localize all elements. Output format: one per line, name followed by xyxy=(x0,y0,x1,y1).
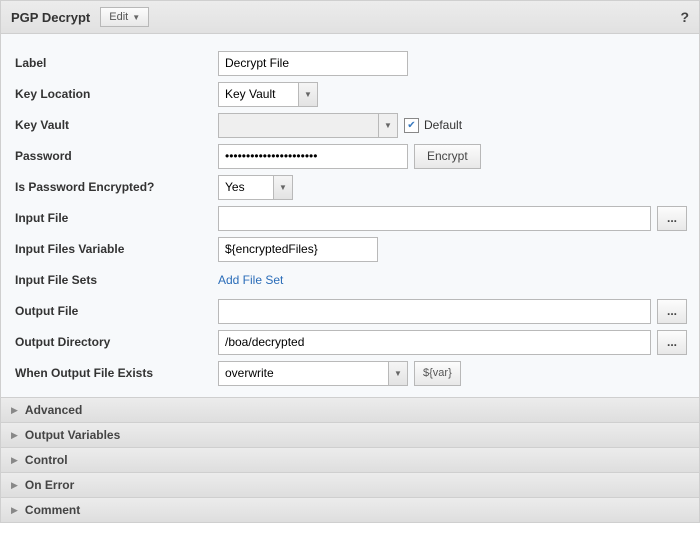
section-output-variables[interactable]: ▶ Output Variables xyxy=(1,422,699,447)
row-password: Password Encrypt xyxy=(13,141,687,171)
edit-button-label: Edit xyxy=(109,11,128,23)
panel-title: PGP Decrypt xyxy=(11,10,90,25)
field-label: When Output File Exists xyxy=(13,366,218,380)
default-checkbox-wrap[interactable]: ✔ Default xyxy=(404,118,462,133)
row-label: Label xyxy=(13,48,687,78)
is-encrypted-input[interactable] xyxy=(218,175,273,200)
row-output-dir: Output Directory ... xyxy=(13,327,687,357)
panel-header: PGP Decrypt Edit ▼ ? xyxy=(1,1,699,34)
label-input[interactable] xyxy=(218,51,408,76)
is-encrypted-dropdown-button[interactable]: ▼ xyxy=(273,175,293,200)
chevron-right-icon: ▶ xyxy=(11,405,18,416)
section-control[interactable]: ▶ Control xyxy=(1,447,699,472)
key-location-dropdown-button[interactable]: ▼ xyxy=(298,82,318,107)
add-file-set-link[interactable]: Add File Set xyxy=(218,273,283,287)
default-checkbox[interactable]: ✔ xyxy=(404,118,419,133)
encrypt-button[interactable]: Encrypt xyxy=(414,144,481,169)
when-exists-dropdown-button[interactable]: ▼ xyxy=(388,361,408,386)
section-comment[interactable]: ▶ Comment xyxy=(1,497,699,522)
section-title: Comment xyxy=(25,503,80,517)
chevron-down-icon: ▼ xyxy=(279,183,287,192)
field-label: Password xyxy=(13,149,218,163)
var-button[interactable]: ${var} xyxy=(414,361,461,386)
row-key-location: Key Location ▼ xyxy=(13,79,687,109)
output-file-input[interactable] xyxy=(218,299,651,324)
section-title: Output Variables xyxy=(25,428,120,442)
pgp-decrypt-panel: PGP Decrypt Edit ▼ ? Label Key Location … xyxy=(0,0,700,523)
field-label: Key Vault xyxy=(13,118,218,132)
chevron-down-icon: ▼ xyxy=(304,90,312,99)
is-encrypted-combo[interactable]: ▼ xyxy=(218,175,293,200)
help-icon[interactable]: ? xyxy=(680,9,689,25)
row-input-file: Input File ... xyxy=(13,203,687,233)
field-label: Output Directory xyxy=(13,335,218,349)
section-on-error[interactable]: ▶ On Error xyxy=(1,472,699,497)
key-location-combo[interactable]: ▼ xyxy=(218,82,318,107)
default-checkbox-label: Default xyxy=(424,118,462,132)
field-label: Input Files Variable xyxy=(13,242,218,256)
when-exists-input[interactable] xyxy=(218,361,388,386)
chevron-down-icon: ▼ xyxy=(394,369,402,378)
row-when-exists: When Output File Exists ▼ ${var} xyxy=(13,358,687,388)
input-file-input[interactable] xyxy=(218,206,651,231)
section-title: On Error xyxy=(25,478,74,492)
row-input-files-var: Input Files Variable xyxy=(13,234,687,264)
input-files-var-input[interactable] xyxy=(218,237,378,262)
key-vault-dropdown-button: ▼ xyxy=(378,113,398,138)
key-location-input[interactable] xyxy=(218,82,298,107)
edit-button[interactable]: Edit ▼ xyxy=(100,7,149,27)
chevron-down-icon: ▼ xyxy=(132,13,140,22)
chevron-right-icon: ▶ xyxy=(11,455,18,466)
output-file-browse-button[interactable]: ... xyxy=(657,299,687,324)
key-vault-combo: ▼ xyxy=(218,113,398,138)
section-title: Control xyxy=(25,453,68,467)
row-key-vault: Key Vault ▼ ✔ Default xyxy=(13,110,687,140)
chevron-right-icon: ▶ xyxy=(11,505,18,516)
field-label: Is Password Encrypted? xyxy=(13,180,218,194)
input-file-browse-button[interactable]: ... xyxy=(657,206,687,231)
chevron-right-icon: ▶ xyxy=(11,430,18,441)
field-label: Input File Sets xyxy=(13,273,218,287)
row-is-encrypted: Is Password Encrypted? ▼ xyxy=(13,172,687,202)
output-dir-input[interactable] xyxy=(218,330,651,355)
form-body: Label Key Location ▼ Key Vault ▼ xyxy=(1,34,699,397)
field-label: Key Location xyxy=(13,87,218,101)
key-vault-input xyxy=(218,113,378,138)
chevron-right-icon: ▶ xyxy=(11,480,18,491)
password-input[interactable] xyxy=(218,144,408,169)
chevron-down-icon: ▼ xyxy=(384,121,392,130)
row-output-file: Output File ... xyxy=(13,296,687,326)
row-input-file-sets: Input File Sets Add File Set xyxy=(13,265,687,295)
section-advanced[interactable]: ▶ Advanced xyxy=(1,397,699,422)
field-label: Label xyxy=(13,56,218,70)
field-label: Input File xyxy=(13,211,218,225)
section-title: Advanced xyxy=(25,403,82,417)
output-dir-browse-button[interactable]: ... xyxy=(657,330,687,355)
when-exists-combo[interactable]: ▼ xyxy=(218,361,408,386)
field-label: Output File xyxy=(13,304,218,318)
